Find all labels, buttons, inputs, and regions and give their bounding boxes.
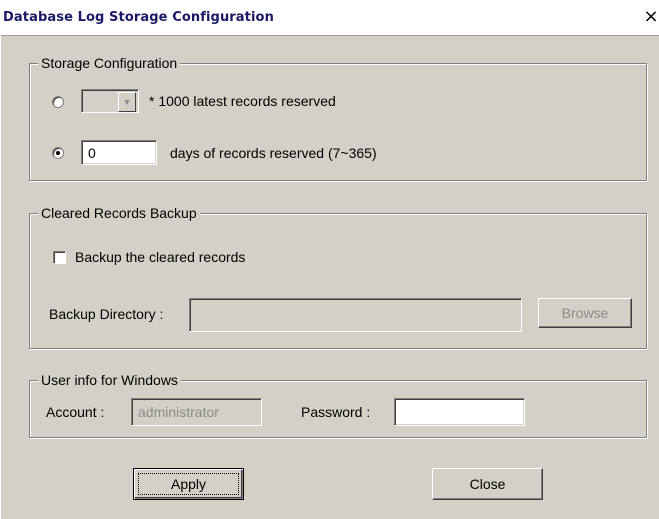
backup-checkbox[interactable] [53, 251, 66, 264]
apply-button-label: Apply [170, 476, 207, 492]
dialog-window: Database Log Storage Configuration × Sto… [0, 0, 659, 519]
account-field[interactable]: administrator [131, 398, 262, 426]
days-option-label: days of records reserved (7~365) [170, 145, 377, 161]
days-input[interactable]: 0 [81, 140, 157, 165]
storage-configuration-legend: Storage Configuration [38, 54, 181, 72]
password-field[interactable] [394, 398, 525, 426]
days-radio[interactable] [52, 147, 64, 159]
backup-directory-label: Backup Directory : [49, 306, 164, 322]
browse-button[interactable]: Browse [538, 298, 632, 328]
records-radio[interactable] [52, 96, 64, 108]
window-title: Database Log Storage Configuration [3, 10, 274, 25]
days-input-value: 0 [88, 145, 96, 161]
backup-directory-field[interactable] [189, 298, 522, 332]
close-icon[interactable]: × [641, 7, 659, 27]
browse-button-label: Browse [561, 305, 609, 321]
user-info-legend: User info for Windows [38, 371, 181, 389]
title-bar: Database Log Storage Configuration × [1, 1, 659, 36]
password-label: Password : [301, 404, 371, 420]
backup-checkbox-label: Backup the cleared records [75, 249, 246, 265]
account-value: administrator [138, 404, 219, 420]
close-button[interactable]: Close [432, 468, 543, 500]
records-option-label: * 1000 latest records reserved [149, 93, 336, 109]
cleared-records-backup-legend: Cleared Records Backup [38, 204, 200, 222]
account-label: Account : [46, 404, 105, 420]
apply-button[interactable]: Apply [133, 468, 244, 500]
close-button-label: Close [469, 476, 506, 492]
chevron-down-icon[interactable]: ▼ [118, 92, 136, 112]
records-count-combo[interactable]: ▼ [81, 89, 139, 113]
